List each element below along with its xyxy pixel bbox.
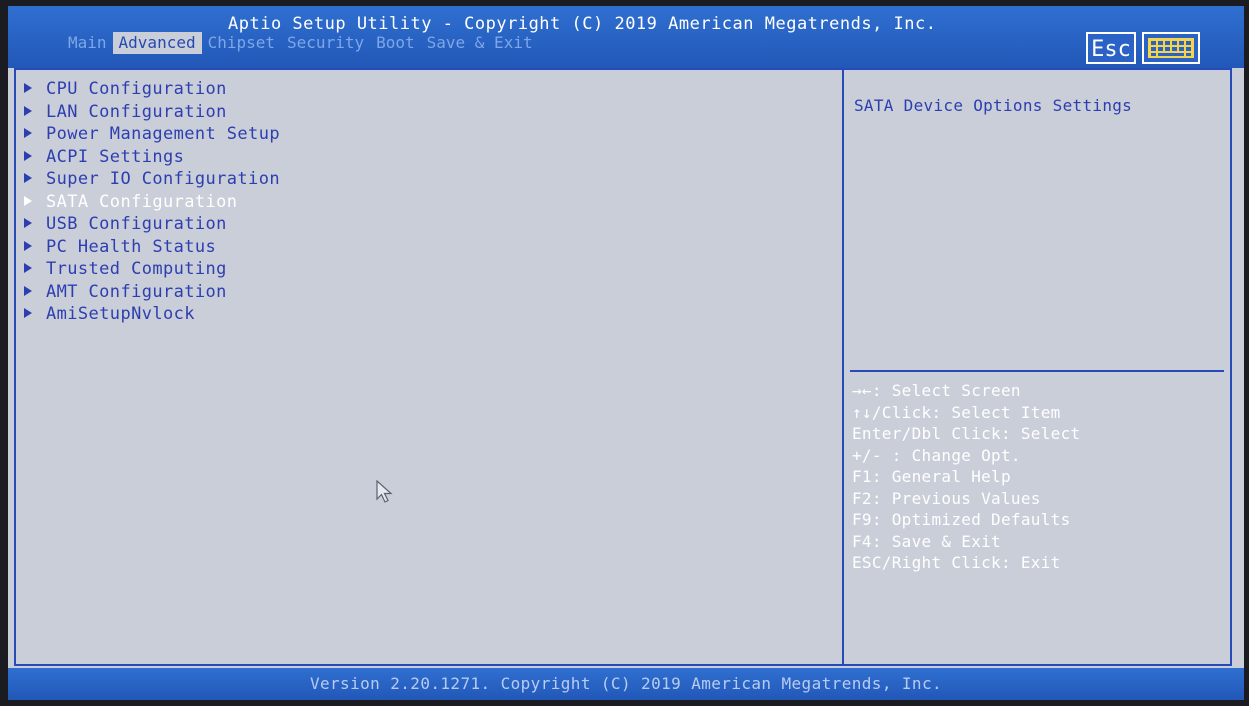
key-hint: ESC/Right Click: Exit — [852, 553, 1061, 572]
keyboard-icon — [1148, 38, 1194, 58]
menu-item-label: AmiSetupNvlock — [46, 304, 195, 324]
tab-security[interactable]: Security — [281, 32, 370, 54]
menu-item-usb-configuration[interactable]: USB Configuration — [24, 213, 280, 236]
bios-screen: Aptio Setup Utility - Copyright (C) 2019… — [8, 6, 1244, 700]
key-legend: →←: Select Screen ↑↓/Click: Select Item … — [852, 380, 1080, 574]
submenu-arrow-icon — [24, 195, 32, 206]
submenu-arrow-icon — [24, 285, 32, 296]
keyboard-button[interactable] — [1142, 32, 1200, 64]
header-bar: Aptio Setup Utility - Copyright (C) 2019… — [8, 6, 1244, 68]
help-pane: SATA Device Options Settings →←: Select … — [844, 70, 1230, 664]
key-hint: F1: General Help — [852, 467, 1011, 486]
tab-bar: Main Advanced Chipset Security Boot Save… — [62, 32, 539, 54]
tab-advanced[interactable]: Advanced — [112, 32, 202, 54]
menu-item-acpi-settings[interactable]: ACPI Settings — [24, 146, 280, 169]
item-help-description: SATA Device Options Settings — [854, 96, 1133, 115]
menu-item-label: LAN Configuration — [46, 101, 227, 122]
submenu-arrow-icon — [24, 240, 32, 251]
submenu-arrow-icon — [24, 83, 32, 93]
submenu-arrow-icon — [24, 150, 32, 161]
footer-bar: Version 2.20.1271. Copyright (C) 2019 Am… — [8, 668, 1244, 700]
menu-item-amt-configuration[interactable]: AMT Configuration — [24, 281, 280, 304]
menu-item-trusted-computing[interactable]: Trusted Computing — [24, 258, 280, 281]
menu-item-lan-configuration[interactable]: LAN Configuration — [24, 101, 280, 124]
key-hint: F2: Previous Values — [852, 488, 1041, 508]
key-hint: +/- : Change Opt. — [852, 445, 1021, 465]
tab-chipset[interactable]: Chipset — [202, 32, 281, 54]
version-text: Version 2.20.1271. Copyright (C) 2019 Am… — [309, 674, 943, 693]
esc-button[interactable]: Esc — [1086, 32, 1136, 64]
key-hint: →←: Select Screen — [852, 381, 1021, 400]
menu-item-label: USB Configuration — [46, 214, 227, 234]
tab-main[interactable]: Main — [62, 32, 113, 54]
submenu-arrow-icon — [24, 263, 32, 273]
help-divider — [850, 370, 1224, 372]
menu-item-label: ACPI Settings — [46, 146, 185, 167]
key-hint: ↑↓/Click: Select Item — [852, 402, 1061, 422]
menu-item-label: Trusted Computing — [46, 259, 227, 279]
menu-item-label: Super IO Configuration — [46, 169, 280, 189]
menu-item-sata-configuration[interactable]: SATA Configuration — [24, 191, 280, 214]
menu-item-power-management-setup[interactable]: Power Management Setup — [24, 123, 280, 146]
submenu-arrow-icon — [24, 105, 32, 116]
menu-pane: CPU Configuration LAN Configuration Powe… — [16, 70, 844, 664]
submenu-arrow-icon — [24, 173, 32, 183]
menu-item-label: PC Health Status — [46, 236, 217, 257]
key-hint: F9: Optimized Defaults — [852, 510, 1071, 529]
menu-item-amisetupnvlock[interactable]: AmiSetupNvlock — [24, 303, 280, 326]
app-title: Aptio Setup Utility - Copyright (C) 2019… — [228, 14, 937, 34]
menu-item-label: Power Management Setup — [46, 124, 280, 144]
mouse-pointer-icon — [376, 480, 393, 503]
submenu-arrow-icon — [24, 218, 32, 228]
menu-item-super-io-configuration[interactable]: Super IO Configuration — [24, 168, 280, 191]
menu-item-label: SATA Configuration — [46, 191, 238, 212]
menu-item-label: AMT Configuration — [46, 281, 227, 302]
tab-save-exit[interactable]: Save & Exit — [421, 32, 539, 54]
submenu-arrow-icon — [24, 128, 32, 138]
menu-item-label: CPU Configuration — [46, 79, 227, 99]
key-hint: F4: Save & Exit — [852, 531, 1001, 551]
main-frame: CPU Configuration LAN Configuration Powe… — [14, 68, 1232, 666]
menu-item-pc-health-status[interactable]: PC Health Status — [24, 236, 280, 259]
key-hint: Enter/Dbl Click: Select — [852, 424, 1081, 443]
submenu-arrow-icon — [24, 308, 32, 318]
menu-list: CPU Configuration LAN Configuration Powe… — [24, 78, 280, 326]
tab-boot[interactable]: Boot — [370, 32, 421, 54]
menu-item-cpu-configuration[interactable]: CPU Configuration — [24, 78, 280, 101]
